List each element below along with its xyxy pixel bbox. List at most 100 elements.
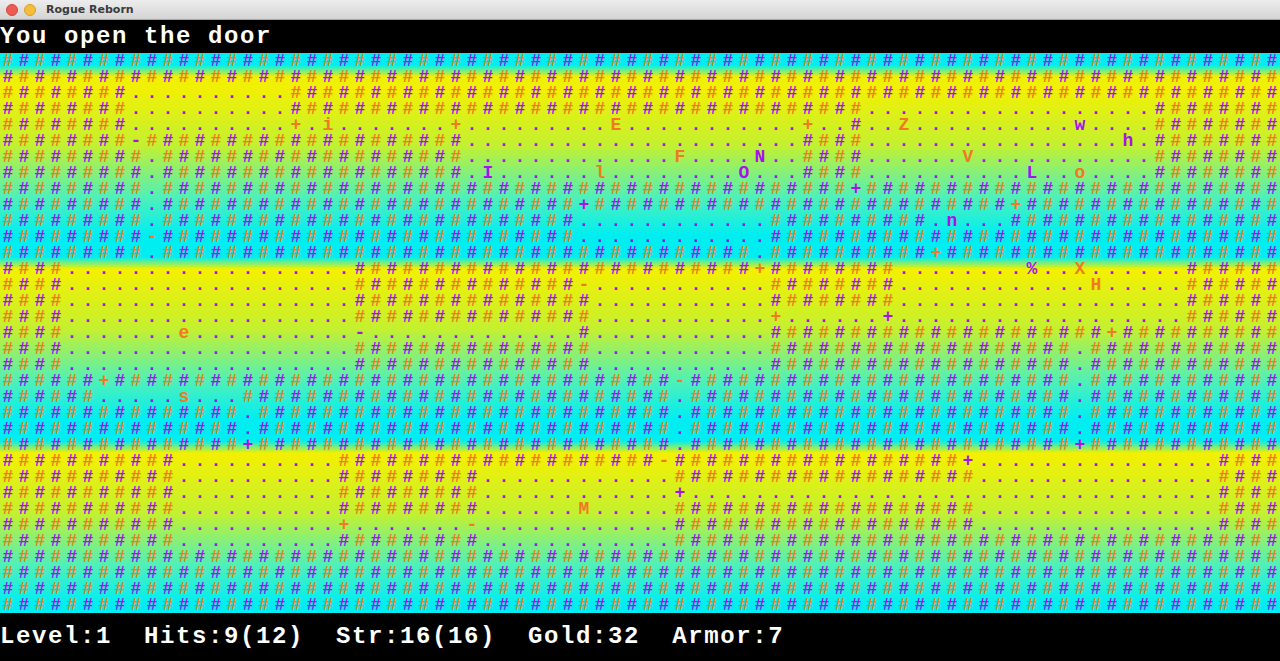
map-cell: #	[192, 53, 208, 69]
map-cell: #	[800, 181, 816, 197]
map-cell: #	[16, 181, 32, 197]
map-cell: #	[96, 101, 112, 117]
map-cell: .	[160, 309, 176, 325]
map-cell: #	[1136, 389, 1152, 405]
map-cell: #	[432, 293, 448, 309]
map-cell: #	[16, 277, 32, 293]
map-cell: .	[1072, 101, 1088, 117]
map-cell: #	[928, 325, 944, 341]
map-cell: #	[992, 373, 1008, 389]
map-cell: #	[416, 197, 432, 213]
map-cell: #	[48, 357, 64, 373]
map-cell: #	[752, 389, 768, 405]
map-cell: #	[752, 101, 768, 117]
map-cell: .	[704, 165, 720, 181]
map-cell: .	[960, 213, 976, 229]
map-cell: #	[944, 421, 960, 437]
map-cell: .	[224, 389, 240, 405]
map-cell: #	[1136, 53, 1152, 69]
map-cell: .	[720, 133, 736, 149]
map-cell: .	[1008, 149, 1024, 165]
map-cell: #	[208, 165, 224, 181]
map-cell: .	[592, 341, 608, 357]
map-cell: .	[96, 341, 112, 357]
map-cell: #	[672, 197, 688, 213]
map-cell: .	[912, 261, 928, 277]
map-cell: .	[480, 117, 496, 133]
map-cell: #	[160, 213, 176, 229]
map-cell: e	[176, 325, 192, 341]
map-cell: #	[912, 405, 928, 421]
map-cell: .	[432, 117, 448, 133]
map-cell: #	[0, 309, 16, 325]
map-cell: #	[720, 181, 736, 197]
map-cell: #	[496, 245, 512, 261]
map-cell: #	[1216, 389, 1232, 405]
map-cell: #	[496, 357, 512, 373]
map-cell: #	[688, 181, 704, 197]
map-cell: #	[512, 421, 528, 437]
map-cell: #	[1008, 357, 1024, 373]
map-cell: #	[1104, 197, 1120, 213]
map-cell: #	[736, 245, 752, 261]
map-cell: #	[352, 357, 368, 373]
map-cell: .	[1120, 149, 1136, 165]
map-cell: .	[656, 357, 672, 373]
map-cell: .	[560, 149, 576, 165]
map-cell: #	[720, 85, 736, 101]
map-cell: .	[1136, 117, 1152, 133]
map-cell: .	[144, 85, 160, 101]
map-cell: #	[1248, 293, 1264, 309]
map-cell: #	[96, 421, 112, 437]
map-cell: #	[656, 373, 672, 389]
map-cell: .	[240, 341, 256, 357]
map-cell: #	[64, 101, 80, 117]
map-cell: #	[32, 421, 48, 437]
map-cell: #	[560, 437, 576, 453]
map-cell: #	[64, 373, 80, 389]
map-cell: #	[1024, 341, 1040, 357]
map-cell: .	[176, 341, 192, 357]
map-cell: .	[1136, 149, 1152, 165]
map-cell: #	[784, 325, 800, 341]
map-cell: #	[720, 421, 736, 437]
minimize-button[interactable]	[24, 4, 36, 16]
map-cell: .	[160, 293, 176, 309]
map-cell: #	[1136, 181, 1152, 197]
map-cell: #	[176, 213, 192, 229]
map-cell: #	[80, 229, 96, 245]
map-cell: #	[288, 245, 304, 261]
map-cell: .	[144, 213, 160, 229]
map-cell: #	[272, 389, 288, 405]
map-cell: .	[688, 325, 704, 341]
map-cell: #	[1200, 149, 1216, 165]
map-cell: #	[208, 405, 224, 421]
map-cell: #	[688, 261, 704, 277]
map-cell: #	[880, 69, 896, 85]
map-cell: #	[64, 69, 80, 85]
map-cell: .	[240, 277, 256, 293]
map-cell: .	[512, 325, 528, 341]
map-cell: .	[1040, 149, 1056, 165]
map-cell: #	[1104, 373, 1120, 389]
map-cell: .	[1056, 277, 1072, 293]
map-cell: #	[448, 261, 464, 277]
map-cell: #	[544, 229, 560, 245]
map-cell: .	[80, 325, 96, 341]
map-cell: .	[976, 117, 992, 133]
map-cell: #	[336, 213, 352, 229]
map-cell: #	[1056, 389, 1072, 405]
map-cell: #	[640, 437, 656, 453]
map-cell: .	[928, 261, 944, 277]
map-cell: F	[672, 149, 688, 165]
map-cell: #	[432, 421, 448, 437]
map-cell: #	[768, 53, 784, 69]
map-cell: .	[992, 165, 1008, 181]
map-cell: .	[672, 165, 688, 181]
map-cell: #	[592, 101, 608, 117]
close-button[interactable]	[6, 4, 18, 16]
map-cell: .	[784, 309, 800, 325]
map-cell: .	[992, 293, 1008, 309]
map-cell: .	[1168, 261, 1184, 277]
map-cell: .	[96, 309, 112, 325]
